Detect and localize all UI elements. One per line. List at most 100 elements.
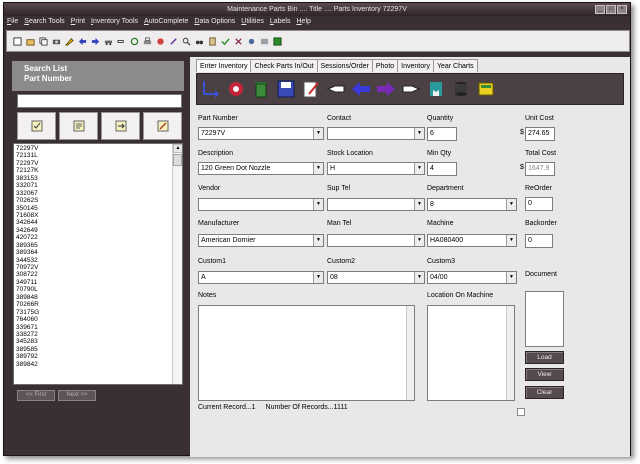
list-scrollbar[interactable]: ▲ <box>172 144 182 384</box>
new-document-icon[interactable] <box>13 36 22 46</box>
menu-autocomplete[interactable]: AutoComplete <box>144 16 188 28</box>
department-combo[interactable]: 8 ▼ <box>427 198 517 211</box>
list-item[interactable]: 349711 <box>16 279 170 286</box>
tab-inventory[interactable]: Inventory <box>397 59 434 72</box>
search-action-button-3[interactable] <box>101 112 140 140</box>
part-number-list[interactable]: 72297V 72131L 72297V 72127K 383153 33207… <box>13 143 183 385</box>
view-button[interactable]: View <box>525 368 564 381</box>
paint-icon[interactable] <box>156 37 165 46</box>
menu-print[interactable]: Print <box>71 16 85 28</box>
open-folder-icon[interactable] <box>26 37 35 46</box>
list-item[interactable]: 332067 <box>16 190 170 197</box>
load-button[interactable]: Load <box>525 351 564 364</box>
list-item[interactable]: 345283 <box>16 338 170 345</box>
search-action-button-4[interactable] <box>143 112 182 140</box>
location-textarea[interactable] <box>427 305 515 401</box>
list-item[interactable]: 420722 <box>16 234 170 241</box>
document-checkbox[interactable] <box>517 408 525 416</box>
list-item[interactable]: 389842 <box>16 361 170 368</box>
exit-icon[interactable] <box>273 36 282 46</box>
search-input[interactable] <box>17 94 182 108</box>
settings-icon[interactable] <box>247 37 256 46</box>
custom2-combo[interactable]: 08 ▼ <box>327 271 425 284</box>
printer-icon[interactable] <box>143 36 152 46</box>
list-item[interactable]: 389792 <box>16 353 170 360</box>
reorder-field[interactable]: 0 <box>525 197 553 211</box>
manufacturer-combo[interactable]: American Dornier ▼ <box>198 234 324 247</box>
contact-combo[interactable]: ▼ <box>327 127 425 140</box>
search-icon[interactable] <box>182 37 191 46</box>
list-item[interactable]: 383153 <box>16 175 170 182</box>
save-button[interactable] <box>275 78 297 100</box>
next-button[interactable]: Next >> <box>58 390 96 401</box>
refresh-icon[interactable] <box>130 37 139 46</box>
dropdown-arrow-icon[interactable]: ▼ <box>506 272 516 283</box>
dropdown-arrow-icon[interactable]: ▼ <box>414 199 424 210</box>
clear-button[interactable]: Clear <box>525 386 564 399</box>
dropdown-arrow-icon[interactable]: ▼ <box>414 128 424 139</box>
wand-icon[interactable] <box>169 37 178 46</box>
man-tel-combo[interactable]: ▼ <box>327 234 425 247</box>
part-number-combo[interactable]: 72297V ▼ <box>198 127 324 140</box>
dropdown-arrow-icon[interactable]: ▼ <box>414 272 424 283</box>
dropdown-arrow-icon[interactable]: ▼ <box>506 235 516 246</box>
list-item[interactable]: 764060 <box>16 316 170 323</box>
stock-location-combo[interactable]: H ▼ <box>327 162 425 175</box>
dropdown-arrow-icon[interactable]: ▼ <box>313 235 323 246</box>
list-item[interactable]: 342644 <box>16 219 170 226</box>
menu-labels[interactable]: Labels <box>270 16 291 28</box>
quantity-field[interactable]: 6 <box>427 127 457 141</box>
maximize-button[interactable]: □ <box>606 5 616 14</box>
binoculars-icon[interactable] <box>195 37 204 46</box>
pointer-hand-icon[interactable] <box>117 37 126 46</box>
list-item[interactable]: 344532 <box>16 257 170 264</box>
dropdown-arrow-icon[interactable]: ▼ <box>313 163 323 174</box>
list-item[interactable]: 389364 <box>16 249 170 256</box>
arrow-right-icon[interactable] <box>91 37 100 46</box>
tab-check-parts[interactable]: Check Parts In/Out <box>250 59 318 72</box>
clipboard-icon[interactable] <box>208 36 217 46</box>
document-preview[interactable] <box>525 291 564 347</box>
list-item[interactable]: 70972V <box>16 264 170 271</box>
menu-data-options[interactable]: Data Options <box>194 16 235 28</box>
copy-icon[interactable] <box>39 36 48 46</box>
menu-utilities[interactable]: Utilities <box>241 16 264 28</box>
edit-icon[interactable] <box>260 37 269 46</box>
wheel-button[interactable] <box>225 78 247 100</box>
car-icon[interactable] <box>104 37 113 46</box>
min-qty-field[interactable]: 4 <box>427 162 457 176</box>
tab-photo[interactable]: Photo <box>371 59 399 72</box>
list-item[interactable]: 72127K <box>16 167 170 174</box>
bottom-left-arrow-button[interactable] <box>200 78 222 100</box>
sup-tel-combo[interactable]: ▼ <box>327 198 425 211</box>
list-item[interactable]: 389848 <box>16 294 170 301</box>
unit-cost-field[interactable]: 274.65 <box>525 127 555 141</box>
next-record-button[interactable] <box>375 78 397 100</box>
list-item[interactable]: 72297V <box>16 160 170 167</box>
list-item[interactable]: 389365 <box>16 242 170 249</box>
dropdown-arrow-icon[interactable]: ▼ <box>313 128 323 139</box>
search-action-button-2[interactable] <box>59 112 98 140</box>
scroll-thumb[interactable] <box>173 154 182 166</box>
list-item[interactable]: 73175G <box>16 309 170 316</box>
note-edit-button[interactable] <box>300 78 322 100</box>
list-item[interactable]: 339671 <box>16 324 170 331</box>
list-item[interactable]: 389585 <box>16 346 170 353</box>
list-item[interactable]: 72131L <box>16 152 170 159</box>
custom1-combo[interactable]: A ▼ <box>198 271 324 284</box>
pencil-icon[interactable] <box>65 37 74 46</box>
menu-search-tools[interactable]: Search Tools <box>24 16 64 28</box>
location-scrollbar[interactable] <box>506 306 514 400</box>
list-item[interactable]: 342649 <box>16 227 170 234</box>
tab-enter-inventory[interactable]: Enter Inventory <box>196 59 252 72</box>
list-item[interactable]: 72297V <box>16 145 170 152</box>
pointer-left-button[interactable] <box>325 78 347 100</box>
tab-year-charts[interactable]: Year Charts <box>432 59 478 72</box>
menu-file[interactable]: File <box>7 16 18 28</box>
checkmark-icon[interactable] <box>221 37 230 46</box>
database-button[interactable] <box>450 78 472 100</box>
custom3-combo[interactable]: 04/00 ▼ <box>427 271 517 284</box>
close-button[interactable]: × <box>617 5 627 14</box>
menu-inventory-tools[interactable]: Inventory Tools <box>91 16 138 28</box>
notes-textarea[interactable] <box>198 305 415 401</box>
